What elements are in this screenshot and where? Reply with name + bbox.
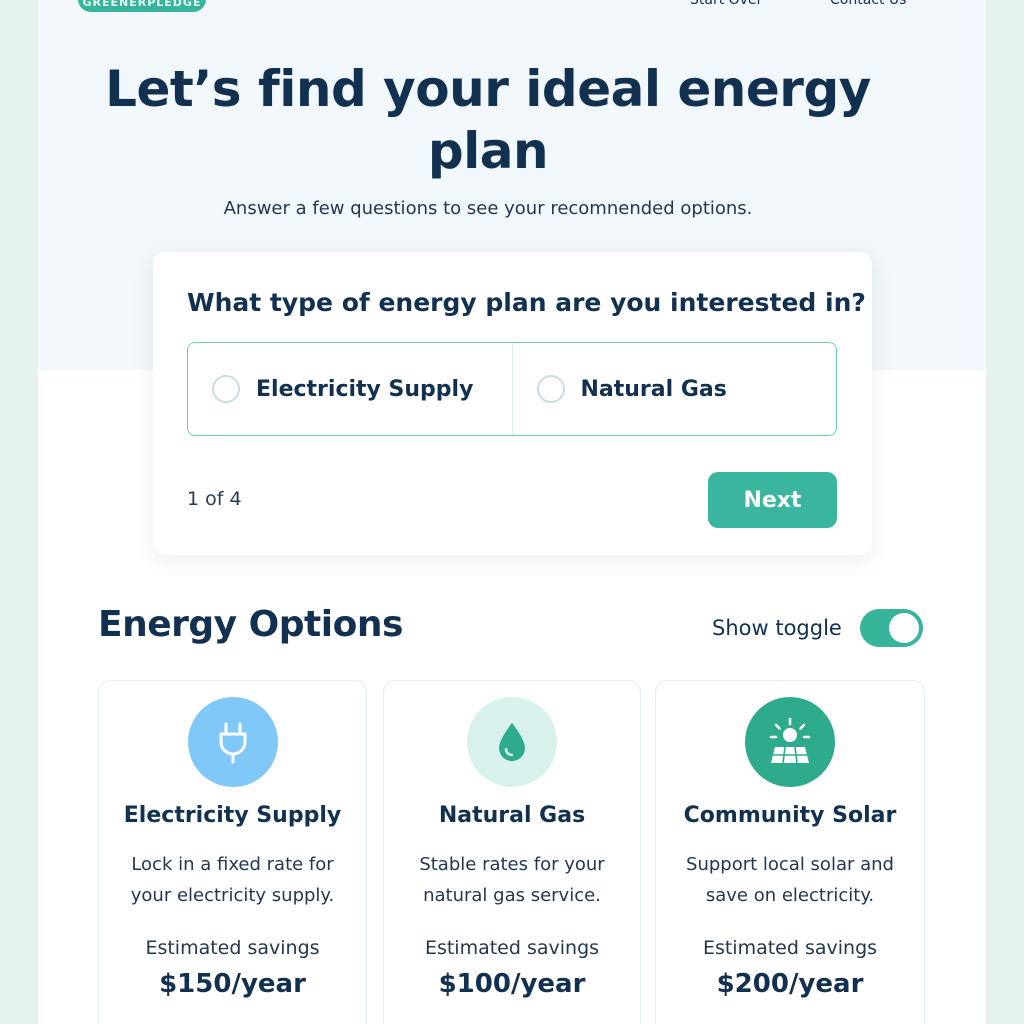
option-description: Support local solar and save on electric… xyxy=(686,854,894,906)
choice-label: Natural Gas xyxy=(580,376,727,402)
option-description: Stable rates for your natural gas servic… xyxy=(419,854,605,906)
savings-value: $100/year xyxy=(438,969,586,999)
option-description: Lock in a fixed rate for your electricit… xyxy=(130,854,335,906)
drop-icon xyxy=(467,697,557,787)
radio-button[interactable] xyxy=(212,375,240,403)
option-card-natural-gas[interactable]: Natural Gas Stable rates for your natura… xyxy=(383,680,641,1024)
page-title: Let’s find your ideal energy plan xyxy=(105,60,871,180)
savings-label: Estimated savings xyxy=(424,937,600,959)
page: GREENERPLEDGE Start Over Contact Us Let’… xyxy=(38,0,986,1024)
choice-natural-gas[interactable]: Natural Gas xyxy=(511,343,837,435)
next-button[interactable]: Next xyxy=(708,472,837,528)
start-over-link[interactable]: Start Over xyxy=(690,0,762,8)
savings-value: $200/year xyxy=(716,969,864,999)
option-title: Electricity Supply xyxy=(123,803,342,828)
plug-icon xyxy=(187,697,278,787)
toggle-label: Show toggle xyxy=(712,616,842,640)
contact-link[interactable]: Contact Us xyxy=(830,0,906,8)
radio-button[interactable] xyxy=(536,375,565,403)
brand-badge[interactable]: GREENERPLEDGE xyxy=(78,0,206,12)
page-subtitle: Answer a few questions to see your recom… xyxy=(223,198,753,219)
savings-label: Estimated savings xyxy=(702,937,878,959)
savings-value: $150/year xyxy=(159,969,306,999)
option-title: Natural Gas xyxy=(438,803,586,828)
section-title: Energy Options xyxy=(98,604,403,645)
option-card-community-solar[interactable]: Community Solar Support local solar and … xyxy=(655,680,925,1024)
choice-label: Electricity Supply xyxy=(256,376,474,402)
plan-type-choices: Electricity Supply Natural Gas xyxy=(187,342,837,436)
savings-label: Estimated savings xyxy=(145,937,320,959)
quiz-question: What type of energy plan are you interes… xyxy=(187,288,866,317)
option-title: Community Solar xyxy=(683,803,897,828)
toggle-knob xyxy=(889,613,919,643)
step-progress: 1 of 4 xyxy=(187,488,242,510)
solar-panel-icon xyxy=(745,697,835,787)
quiz-card: What type of energy plan are you interes… xyxy=(153,252,872,555)
show-toggle[interactable] xyxy=(860,609,923,647)
option-card-electricity[interactable]: Electricity Supply Lock in a fixed rate … xyxy=(98,680,367,1024)
choice-electricity-supply[interactable]: Electricity Supply xyxy=(188,343,512,435)
